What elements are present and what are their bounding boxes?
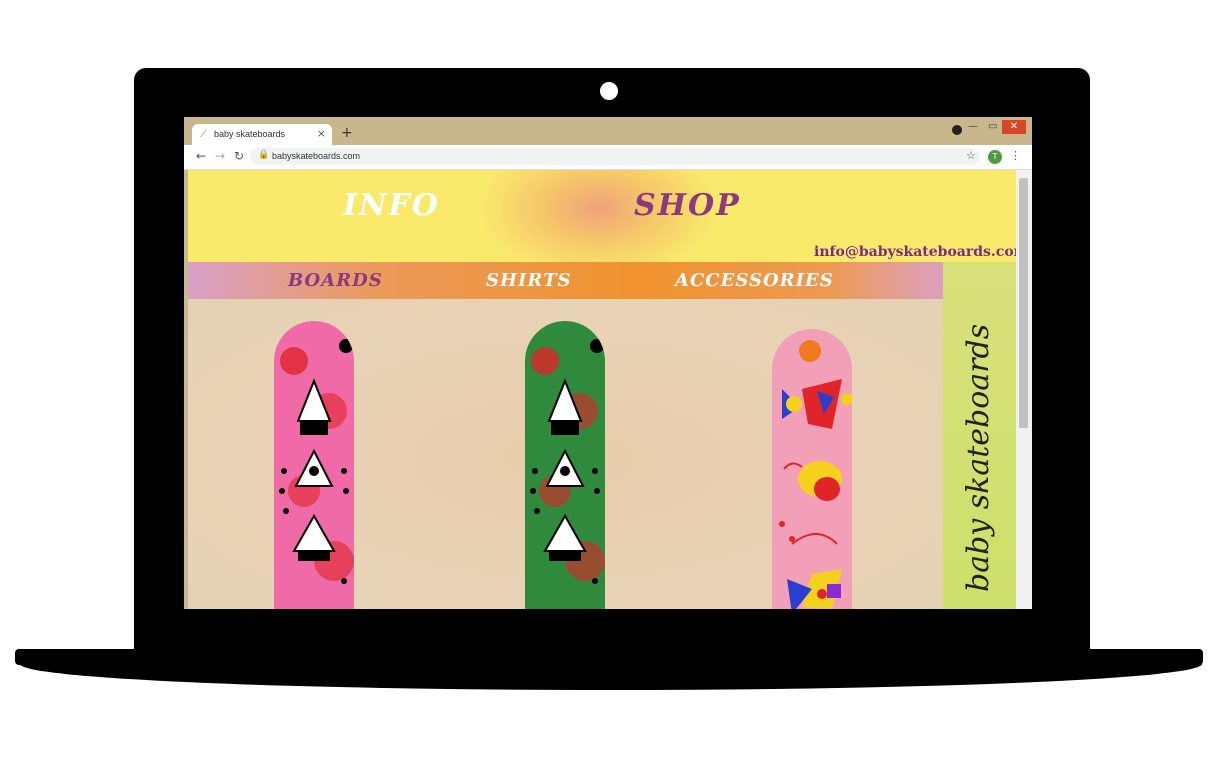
page-viewport: INFO SHOP info@babyskateboards.com BOARD… [188,170,1032,609]
browser-toolbar: ← → ↻ 🔒 babyskateboards.com ☆ T ⋮ [184,145,1032,170]
address-bar[interactable]: 🔒 babyskateboards.com [250,148,980,165]
minimize-icon[interactable]: — [968,121,978,132]
product-grid [188,299,943,609]
forward-icon[interactable]: → [215,149,225,163]
page-scrollbar[interactable] [1016,170,1032,609]
bookmark-star-icon[interactable]: ☆ [966,149,976,162]
browser-menu-icon[interactable]: ⋮ [1010,149,1021,162]
tab-title: baby skateboards [214,129,286,139]
url-text[interactable]: babyskateboards.com [272,151,360,161]
laptop-base-curve [20,664,1202,690]
category-boards-link[interactable]: BOARDS [288,270,383,291]
skateboard-product-3[interactable] [772,329,852,609]
shop-category-nav: BOARDS SHIRTS ACCESSORIES [188,262,943,299]
skateboard-graphic-1 [274,321,354,609]
brand-side-panel: baby skateboards [943,262,1016,609]
window-close-button[interactable]: ✕ [1002,120,1026,134]
browser-tab-bar: ⟋ baby skateboards × + — ▭ ✕ [184,117,1032,145]
tab-close-icon[interactable]: × [317,127,326,140]
nav-shop-link[interactable]: SHOP [634,188,741,223]
nav-info-link[interactable]: INFO [343,188,440,223]
brand-vertical-text: baby skateboards [961,323,996,592]
webcam-icon [600,82,618,100]
category-shirts-link[interactable]: SHIRTS [486,270,571,291]
skateboard-graphic-2 [525,321,605,609]
skateboard-graphic-3 [772,329,852,609]
contact-email-link[interactable]: info@babyskateboards.com [814,244,1028,260]
profile-indicator-icon[interactable] [952,125,962,135]
scrollbar-thumb[interactable] [1019,178,1028,428]
skateboard-product-2[interactable] [525,321,605,609]
new-tab-button[interactable]: + [341,126,353,140]
browser-tab[interactable]: ⟋ baby skateboards × [192,124,332,145]
laptop-base [15,649,1203,665]
category-accessories-link[interactable]: ACCESSORIES [675,270,834,291]
skateboard-favicon-icon: ⟋ [200,129,207,140]
site-header: INFO SHOP info@babyskateboards.com [188,170,1028,262]
lock-icon: 🔒 [258,150,270,160]
maximize-icon[interactable]: ▭ [988,121,997,132]
skateboard-product-1[interactable] [274,321,354,609]
laptop-screen: ⟋ baby skateboards × + — ▭ ✕ ← → ↻ 🔒 bab… [184,117,1032,609]
profile-avatar[interactable]: T [988,150,1002,164]
back-icon[interactable]: ← [196,149,206,163]
reload-icon[interactable]: ↻ [234,149,244,163]
